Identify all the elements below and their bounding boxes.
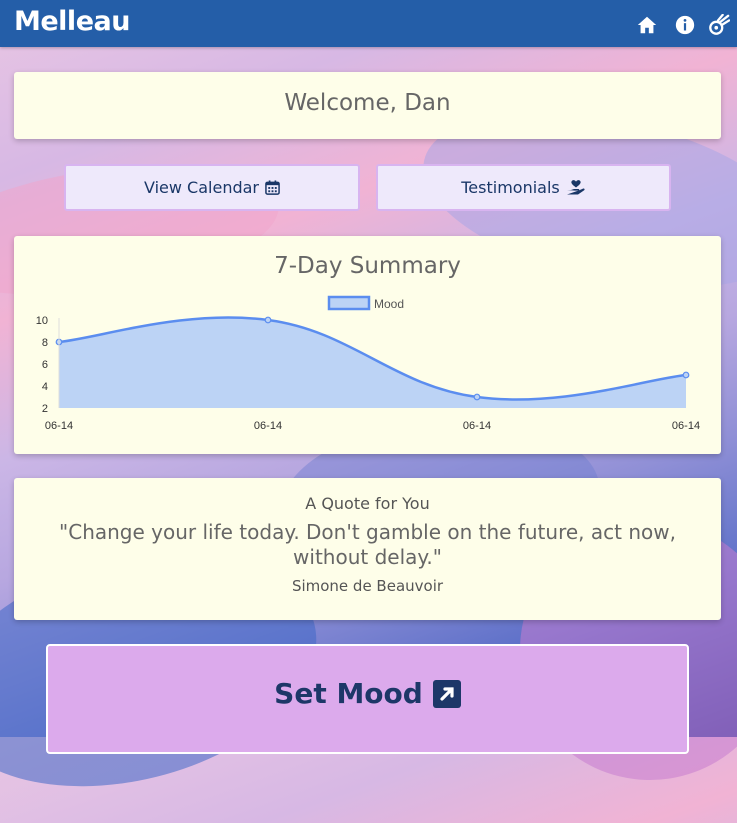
external-link-icon (432, 679, 461, 708)
quote-text: "Change your life today. Don't gamble on… (59, 520, 676, 569)
chart-y-tick-label: 10 (36, 315, 48, 327)
navbar: Melleau (0, 0, 737, 47)
calendar-icon (265, 180, 280, 195)
chart-point (264, 316, 272, 324)
set-mood-button[interactable]: Set Mood (46, 644, 689, 754)
summary-card: 7-Day Summary 2 4 6 8 10 06-14 06-14 06-14 06-14… (14, 236, 721, 454)
testimonials-button[interactable]: Testimonials (376, 164, 671, 211)
chart-x-tick-label: 06-14 (672, 420, 700, 432)
hand-heart-icon (566, 180, 585, 195)
chart-y-tick-label: 4 (42, 381, 48, 393)
view-calendar-label: View Calendar (144, 178, 259, 197)
quote-heading: A Quote for You (305, 494, 430, 513)
chart-x-tick-label: 06-14 (45, 420, 73, 432)
testimonials-label: Testimonials (461, 178, 560, 197)
mood-chart: 2 4 6 8 10 06-14 06-14 06-14 06-14 Mood (36, 295, 700, 432)
app-logo[interactable]: Melleau (14, 6, 130, 37)
chart-x-tick-label: 06-14 (463, 420, 491, 432)
chart-legend-label: Mood (374, 297, 404, 311)
chart-y-tick-label: 2 (42, 403, 48, 415)
chart-area-fill (59, 317, 686, 408)
view-calendar-button[interactable]: View Calendar (64, 164, 360, 211)
chart-point (682, 371, 690, 379)
chart-y-tick-label: 8 (42, 337, 48, 349)
chart-point (473, 393, 481, 401)
welcome-card: Welcome, Dan (14, 72, 721, 139)
quote-author: Simone de Beauvoir (291, 577, 444, 595)
chart-x-tick-label: 06-14 (254, 420, 282, 432)
welcome-text: Welcome, Dan (284, 90, 451, 116)
set-mood-label-wrap: Set Mood (48, 677, 687, 710)
home-icon[interactable] (636, 14, 658, 36)
meteor-icon[interactable] (708, 14, 730, 36)
info-icon[interactable] (674, 14, 696, 36)
chart-y-tick-label: 6 (42, 359, 48, 371)
quote-card: A Quote for You "Change your life today.… (14, 478, 721, 620)
set-mood-label: Set Mood (274, 677, 423, 710)
chart-legend-swatch (327, 295, 371, 311)
